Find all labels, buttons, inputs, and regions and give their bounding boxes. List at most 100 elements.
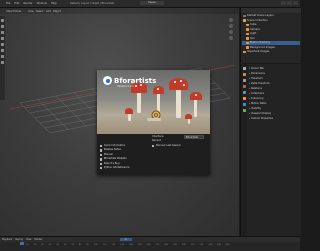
outliner-item-label: Background Images <box>250 45 275 49</box>
interface-select[interactable]: Bforartists <box>184 135 204 139</box>
image-icon <box>246 46 249 49</box>
splash-screen[interactable]: Bforartists Version 2.x.x Quick Informat… <box>97 70 210 175</box>
select-tool-icon[interactable] <box>1 19 4 22</box>
timeline-tick-label: 200 <box>181 244 186 246</box>
scene-tab-icon[interactable] <box>242 85 246 88</box>
timeline-tick-label: 20 <box>33 244 37 246</box>
image-icon <box>243 50 246 54</box>
timeline-menu-playback[interactable]: Playback <box>2 238 12 241</box>
prop-section[interactable]: Viewport Display <box>249 112 299 116</box>
menu-help[interactable]: Help <box>51 2 57 5</box>
current-frame-field[interactable]: 1 <box>120 238 132 241</box>
prop-section[interactable]: Cursor Tab <box>249 67 299 71</box>
modifier-tab-icon[interactable] <box>242 103 246 106</box>
prop-section[interactable]: Motion Paths <box>249 102 299 106</box>
outliner-item[interactable]: Important Images <box>243 50 269 54</box>
splash-link[interactable]: Python API Reference <box>100 166 130 170</box>
sun-icon <box>246 37 249 40</box>
timeline-panel: Playback Keying View Marker 1 0 10 20 30 40 5… <box>0 236 300 251</box>
prop-section[interactable]: Custom Properties <box>249 117 299 121</box>
menu-file[interactable]: File <box>6 2 10 5</box>
viewport-header: Object Mode View Select Add Object <box>0 8 239 14</box>
prop-section[interactable]: Instancing <box>249 97 299 101</box>
outliner-panel: Default Scene Layers Scene Collection Cu… <box>240 8 301 63</box>
prop-section[interactable]: Transform <box>249 77 299 81</box>
timeline-tick-label: 210 <box>190 244 195 246</box>
viewport-menu-view[interactable]: View <box>28 10 34 13</box>
timeline-tick-label: 150 <box>137 244 142 246</box>
properties-panel: Cursor Tab Dimensions Transform Delta Tr… <box>240 64 301 236</box>
window-title: Default | Layout | Object | Bforartists <box>70 2 115 5</box>
outliner-item-label: Scene Collection <box>247 18 268 22</box>
manual-icon <box>100 153 103 157</box>
recover-session-link[interactable]: Recover Last Session <box>152 144 181 148</box>
bforartists-logo: Bforartists Version 2.x.x <box>103 76 156 88</box>
outliner-item[interactable]: Scene Collection <box>243 19 268 23</box>
annotate-tool-icon[interactable] <box>1 55 4 58</box>
physics-tab-icon[interactable] <box>242 109 246 112</box>
zoom-icon[interactable] <box>229 18 233 22</box>
timeline-tick-label: 70 <box>71 244 74 246</box>
rotate-tool-icon[interactable] <box>1 37 4 40</box>
snail <box>147 110 161 122</box>
recover-icon <box>152 145 155 148</box>
scene-icon <box>243 14 246 18</box>
timeline-tick-label: 250 <box>225 244 230 246</box>
object-tab-icon[interactable] <box>242 97 246 100</box>
outliner-item[interactable]: Light <box>246 32 256 36</box>
menu-edit[interactable]: Edit <box>14 2 19 5</box>
prop-section[interactable]: Relations <box>249 87 299 91</box>
outliner-item[interactable]: Camera <box>246 28 260 32</box>
world-tab-icon[interactable] <box>242 91 246 94</box>
close-button[interactable] <box>293 1 298 5</box>
outliner-item-selected[interactable]: Motion Tracking <box>242 41 300 45</box>
timeline-menu: Playback Keying View Marker <box>2 238 42 241</box>
outliner-item[interactable]: Sun <box>246 37 255 41</box>
prop-section[interactable]: Delta Transform <box>249 82 299 86</box>
tool-tab-icon[interactable] <box>242 67 246 70</box>
menu-render[interactable]: Render <box>23 2 32 5</box>
outliner-item[interactable]: Background Images <box>246 46 275 50</box>
camera-view-icon[interactable] <box>229 30 233 34</box>
website-icon <box>100 158 103 161</box>
object-icon <box>246 23 249 27</box>
measure-tool-icon[interactable] <box>1 61 4 64</box>
prop-section[interactable]: Visibility <box>249 107 299 111</box>
menu-window[interactable]: Window <box>37 2 47 5</box>
outliner-item-label: Motion Tracking <box>250 41 270 44</box>
prop-section[interactable]: Collections <box>249 92 299 96</box>
outliner-item-label: Camera <box>250 27 260 31</box>
outliner-item[interactable]: Cube <box>246 23 256 27</box>
timeline-header: Playback Keying View Marker 1 <box>0 237 300 242</box>
timeline-tick-label: 120 <box>111 244 116 246</box>
timeline-tick-label: 40 <box>48 244 52 246</box>
properties-tabs <box>241 64 247 236</box>
perspective-toggle-icon[interactable] <box>229 36 233 40</box>
timeline-tick-label: 170 <box>155 244 160 246</box>
splash-left-links: Quick Information Release Notes Manual B… <box>100 144 130 170</box>
prop-section[interactable]: Dimensions <box>249 72 299 76</box>
main-menu: File Edit Render Window Help <box>6 2 57 5</box>
viewport-menu-add[interactable]: Add <box>46 10 51 13</box>
pan-icon[interactable] <box>229 24 233 28</box>
transform-tool-icon[interactable] <box>1 49 4 52</box>
output-tab-icon[interactable] <box>242 79 246 82</box>
timeline-menu-view[interactable]: View <box>26 238 31 241</box>
scale-tool-icon[interactable] <box>1 43 4 46</box>
render-tab-icon[interactable] <box>242 73 246 76</box>
splash-links-area: Quick Information Release Notes Manual B… <box>97 134 210 175</box>
viewport-mode[interactable]: Object Mode <box>6 10 21 13</box>
navigation-gizmos <box>229 18 233 40</box>
render-engine-select[interactable]: Eevee <box>140 1 164 5</box>
timeline-menu-marker[interactable]: Marker <box>34 238 42 241</box>
outliner-title-row: Default Scene Layers <box>243 14 274 18</box>
viewport-menu-object[interactable]: Object <box>53 10 61 13</box>
maximize-button[interactable] <box>287 1 292 5</box>
light-icon <box>246 32 249 36</box>
cursor-tool-icon[interactable] <box>1 25 4 28</box>
minimize-button[interactable] <box>281 1 286 5</box>
timeline-tick-label: 30 <box>41 244 44 246</box>
move-tool-icon[interactable] <box>1 31 4 34</box>
viewport-menu-select[interactable]: Select <box>36 10 43 13</box>
timeline-menu-keying[interactable]: Keying <box>15 238 23 241</box>
